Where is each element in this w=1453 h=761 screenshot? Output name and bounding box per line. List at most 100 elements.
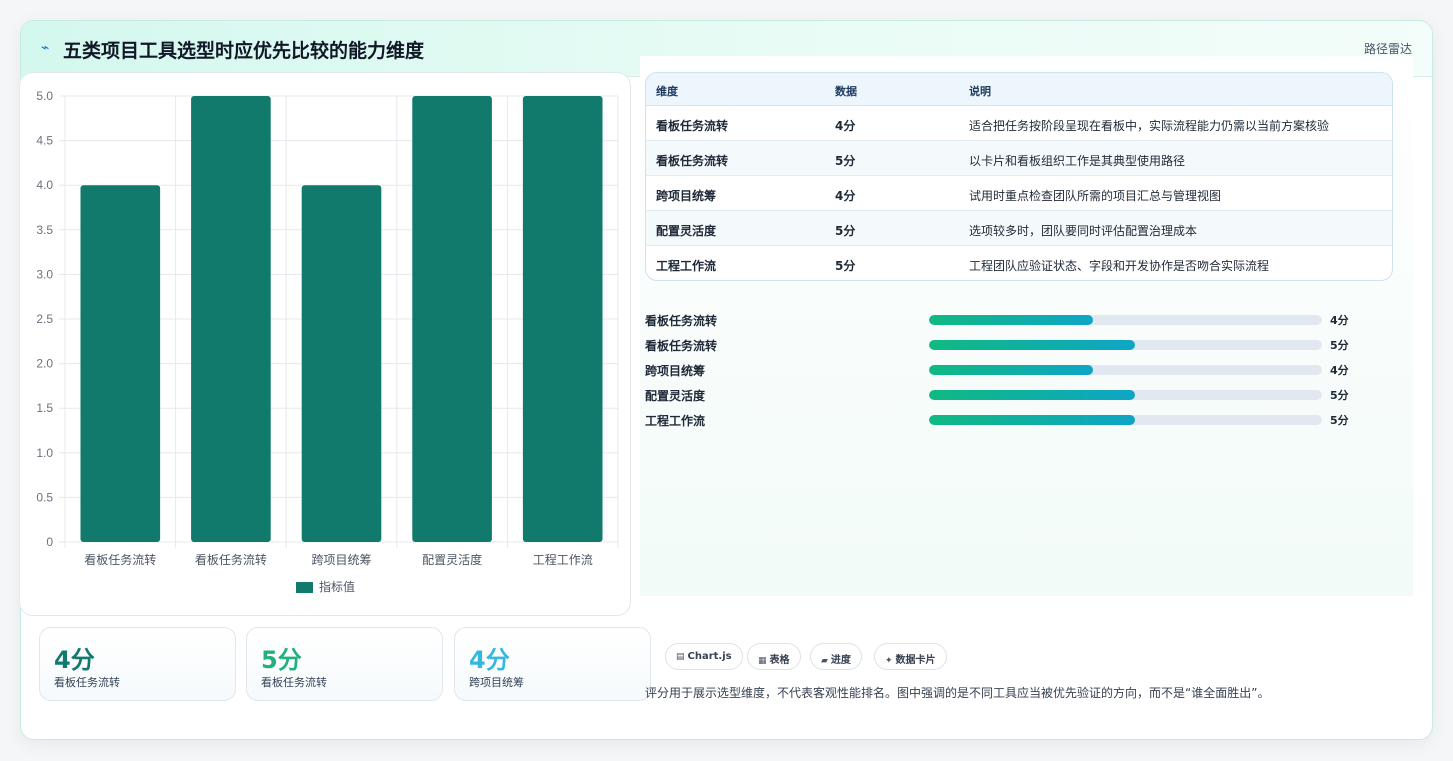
table-cell-dimension: 跨项目统筹 [656,189,717,203]
table-cell-description: 以卡片和看板组织工作是其典型使用路径 [969,154,1186,168]
table-row: 看板任务流转 5分 以卡片和看板组织工作是其典型使用路径 [646,141,1392,176]
data-table: 维度 数据 说明 看板任务流转 4分 适合把任务按阶段呈现在看板中，实际流程能力… [645,72,1393,281]
y-tick-label: 2.0 [36,357,53,371]
progress-row: 配置灵活度 5分 [645,385,1393,405]
progress-fill [929,365,1093,375]
chip-data-cards[interactable]: ✦ 数据卡片 [874,643,947,670]
stat-value: 4分 [469,646,510,674]
table-cell-description: 适合把任务按阶段呈现在看板中，实际流程能力仍需以当前方案核验 [969,119,1330,133]
chip-table[interactable]: ▦ 表格 [747,643,801,670]
sparkle-icon: ✦ [885,656,893,666]
progress-row: 看板任务流转 5分 [645,335,1393,355]
table-cell-data: 5分 [835,154,856,168]
table-cell-dimension: 工程工作流 [656,259,717,273]
table-cell-data: 4分 [835,189,856,203]
table-icon: ▦ [758,656,767,666]
progress-value: 5分 [1330,414,1349,427]
table-cell-data: 5分 [835,259,856,273]
table-cell-data: 4分 [835,119,856,133]
progress-label: 看板任务流转 [645,339,718,353]
table-header-data: 数据 [835,85,857,98]
legend-swatch [296,582,313,593]
y-tick-label: 2.5 [36,312,53,326]
x-tick-label: 工程工作流 [533,552,593,567]
progress-value: 4分 [1330,314,1349,327]
table-row: 跨项目统筹 4分 试用时重点检查团队所需的项目汇总与管理视图 [646,176,1392,211]
header-right-label: 路径雷达 [1363,42,1412,56]
table-row: 配置灵活度 5分 选项较多时，团队要同时评估配置治理成本 [646,211,1392,246]
table-cell-data: 5分 [835,224,856,238]
progress-track [929,340,1322,350]
progress-label: 工程工作流 [645,414,706,428]
bar-chart-panel: 5.0 4.5 4.0 3.5 3.0 2.5 2.0 1.5 1.0 0.5 0 看板任务流转 看板任… [19,72,631,616]
stat-card: 4分 跨项目统筹 [454,627,651,701]
y-tick-label: 4.5 [36,134,53,148]
stat-value: 5分 [261,646,302,674]
stat-card: 4分 看板任务流转 [39,627,236,701]
progress-track [929,390,1322,400]
table-header-dimension: 维度 [656,85,678,98]
stat-card: 5分 看板任务流转 [246,627,443,701]
x-tick-label: 看板任务流转 [84,552,156,567]
progress-track [929,415,1322,425]
y-tick-label: 0.5 [36,490,53,504]
progress-fill [929,415,1136,425]
progress-row: 跨项目统筹 4分 [645,360,1393,380]
y-tick-label: 3.0 [36,267,53,281]
x-tick-label: 跨项目统筹 [311,553,371,567]
page-title: 五类项目工具选型时应优先比较的能力维度 [63,40,425,62]
table-cell-dimension: 配置灵活度 [656,224,717,238]
table-cell-description: 选项较多时，团队要同时评估配置治理成本 [969,224,1198,238]
pulse-icon: ⌁ [41,40,50,56]
progress-track [929,315,1322,325]
stat-value: 4分 [54,646,95,674]
progress-label: 跨项目统筹 [645,364,706,378]
stat-label: 看板任务流转 [54,676,120,689]
chart-icon: ▤ [676,652,685,662]
table-cell-dimension: 看板任务流转 [656,119,729,133]
progress-label: 配置灵活度 [645,389,706,403]
x-tick-label: 配置灵活度 [422,552,482,567]
table-cell-description: 工程团队应验证状态、字段和开发协作是否吻合实际流程 [969,259,1270,273]
progress-value: 5分 [1330,339,1349,352]
chip-chartjs[interactable]: ▤ Chart.js [665,643,743,670]
chip-label: 数据卡片 [895,655,936,666]
chip-label: 表格 [769,655,790,666]
bar [191,96,271,542]
chip-label: Chart.js [687,651,732,662]
progress-value: 4分 [1330,364,1349,377]
table-header-row: 维度 数据 说明 [646,73,1392,106]
y-tick-label: 4.0 [36,178,53,192]
chip-progress[interactable]: ▰ 进度 [810,643,862,670]
table-row: 看板任务流转 4分 适合把任务按阶段呈现在看板中，实际流程能力仍需以当前方案核验 [646,106,1392,141]
x-tick-label: 看板任务流转 [195,552,267,567]
progress-icon: ▰ [821,656,828,666]
y-tick-label: 1.0 [36,446,53,460]
progress-row: 看板任务流转 4分 [645,310,1393,330]
progress-value: 5分 [1330,389,1349,402]
progress-fill [929,315,1093,325]
table-header-description: 说明 [969,85,991,98]
progress-row: 工程工作流 5分 [645,410,1393,430]
legend-label: 指标值 [319,579,355,594]
progress-track [929,365,1322,375]
progress-fill [929,340,1136,350]
stat-label: 跨项目统筹 [469,676,524,689]
chip-label: 进度 [830,655,851,666]
y-tick-label: 3.5 [36,223,53,237]
bar-chart: 5.0 4.5 4.0 3.5 3.0 2.5 2.0 1.5 1.0 0.5 0 看板任务流转 看板任… [36,89,619,594]
table-cell-description: 试用时重点检查团队所需的项目汇总与管理视图 [969,189,1222,203]
y-tick-label: 1.5 [36,401,53,415]
bar [412,96,492,542]
stat-label: 看板任务流转 [261,676,327,689]
progress-label: 看板任务流转 [645,314,718,328]
progress-fill [929,390,1136,400]
y-tick-label: 5.0 [36,89,53,103]
bar [80,185,161,542]
footnote: 评分用于展示选型维度，不代表客观性能排名。图中强调的是不同工具应当被优先验证的方… [645,686,1270,700]
bar [522,96,603,542]
table-cell-dimension: 看板任务流转 [656,154,729,168]
y-tick-label: 0 [46,535,53,549]
bar [301,185,382,542]
table-row: 工程工作流 5分 工程团队应验证状态、字段和开发协作是否吻合实际流程 [646,246,1392,280]
